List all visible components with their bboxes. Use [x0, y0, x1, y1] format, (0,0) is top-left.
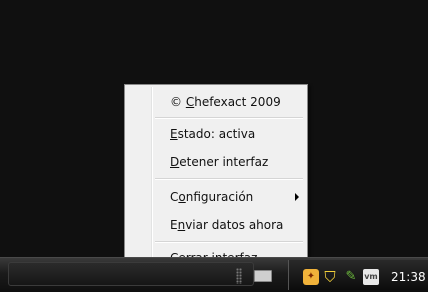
menu-item-copyright[interactable]: © Chefexact 2009 [127, 91, 305, 113]
shield-icon[interactable]: ⛉ [322, 269, 338, 285]
label-post: viar datos ahora [185, 218, 284, 232]
menu-separator [155, 241, 303, 243]
menu-item-estado[interactable]: Estado: activa [127, 123, 305, 145]
label-post: hefexact 2009 [194, 95, 281, 109]
label-accel: D [170, 155, 180, 169]
label-pre: © [170, 95, 186, 109]
submenu-arrow-icon [295, 193, 299, 201]
menu-item-configuracion[interactable]: Configuración [127, 186, 305, 208]
tool-icon[interactable]: ✎ [343, 269, 359, 285]
vm-icon[interactable]: vm [363, 269, 379, 285]
keyboard-icon[interactable] [254, 270, 272, 282]
label-post: etener interfaz [179, 155, 269, 169]
context-menu: © Chefexact 2009 Estado: activa Detener … [124, 84, 308, 271]
label-accel: C [185, 95, 195, 109]
label-post: stado: activa [177, 127, 256, 141]
label-accel: E [170, 127, 178, 141]
menu-item-detener[interactable]: Detener interfaz [127, 151, 305, 173]
menu-separator [155, 178, 303, 180]
chefexact-icon[interactable]: ✦ [303, 269, 319, 285]
label-post: nfiguración [185, 190, 254, 204]
label-accel: o [178, 190, 186, 204]
taskbar: ✦ ⛉ ✎ vm 21:38 [0, 257, 428, 292]
clock[interactable]: 21:38 [391, 269, 426, 285]
taskbar-buttons-area[interactable] [8, 262, 254, 286]
taskbar-grip[interactable] [236, 268, 242, 284]
system-tray: ✦ ⛉ ✎ vm 21:38 [288, 260, 428, 290]
menu-item-enviar[interactable]: Enviar datos ahora [127, 214, 305, 236]
menu-separator [155, 117, 303, 119]
label-pre: E [170, 218, 178, 232]
